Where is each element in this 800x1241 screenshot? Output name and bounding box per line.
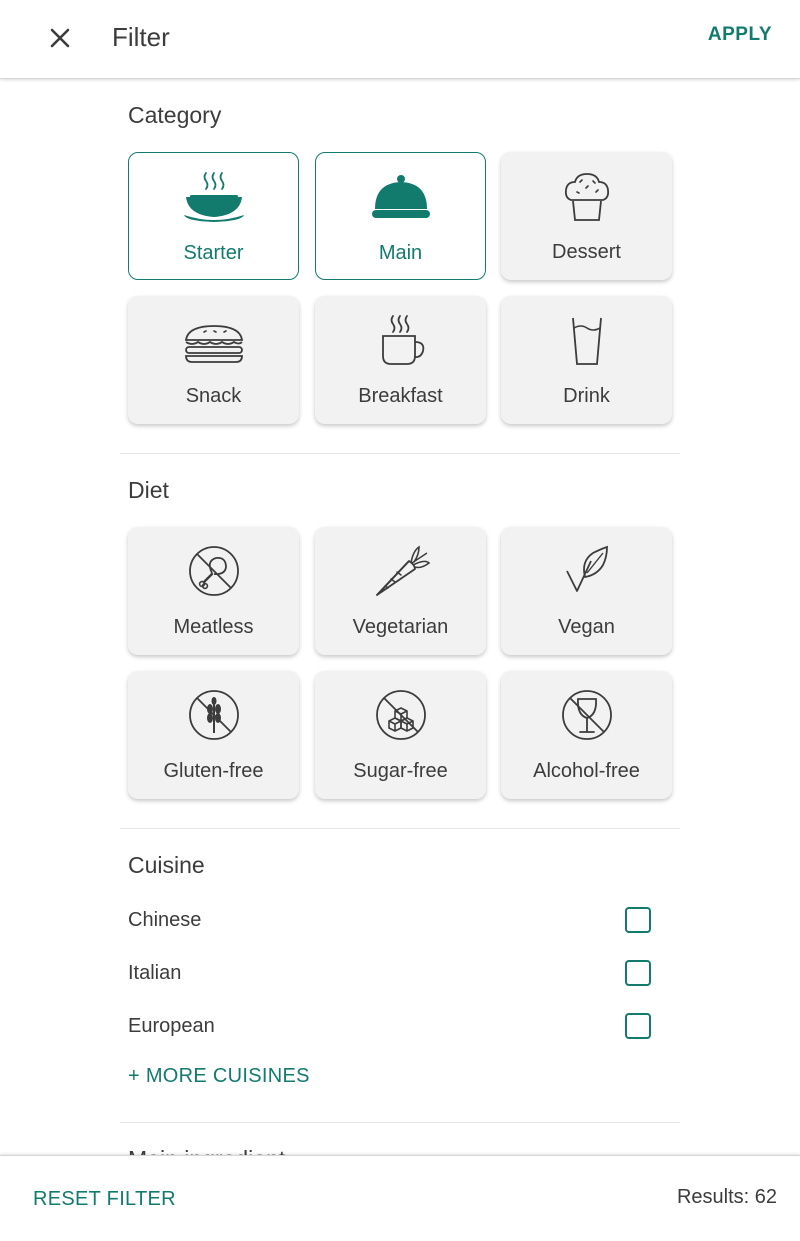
category-tile-breakfast[interactable]: Breakfast: [315, 296, 486, 424]
cuisine-option-label: Italian: [128, 962, 182, 984]
leaf-icon: [555, 543, 619, 599]
diet-tile-alcohol-free[interactable]: Alcohol-free: [501, 671, 672, 799]
diet-tile-meatless[interactable]: Meatless: [128, 527, 299, 655]
no-meat-icon: [182, 543, 246, 599]
cuisine-italian-checkbox[interactable]: [625, 960, 651, 986]
tile-label: Vegetarian: [352, 616, 449, 638]
cuisine-european-checkbox[interactable]: [625, 1013, 651, 1039]
no-sugar-icon: [369, 687, 433, 743]
category-tile-dessert[interactable]: Dessert: [501, 152, 672, 280]
cuisine-chinese-checkbox[interactable]: [625, 907, 651, 933]
tile-label: Breakfast: [358, 385, 443, 407]
tile-label: Starter: [183, 242, 244, 264]
tile-label: Alcohol-free: [533, 760, 640, 782]
carrot-icon: [369, 543, 433, 599]
tile-label: Sugar-free: [353, 760, 448, 782]
section-divider: [120, 453, 680, 454]
diet-tile-gluten-free[interactable]: Gluten-free: [128, 671, 299, 799]
diet-tile-vegan[interactable]: Vegan: [501, 527, 672, 655]
cuisine-option-label: Chinese: [128, 909, 202, 931]
diet-section-title: Diet: [128, 477, 169, 503]
main-ingredient-section-title: Main ingredient: [128, 1146, 285, 1155]
coffee-cup-icon: [369, 312, 433, 368]
close-icon: [50, 28, 70, 48]
no-wheat-icon: [182, 687, 246, 743]
category-tile-main[interactable]: Main: [315, 152, 486, 280]
tile-label: Drink: [563, 385, 610, 407]
tile-label: Meatless: [173, 616, 254, 638]
cupcake-icon: [555, 168, 619, 224]
page-title: Filter: [112, 22, 170, 52]
tile-label: Vegan: [558, 616, 615, 638]
bottom-bar: RESET FILTER Results: 62: [0, 1155, 800, 1241]
close-button[interactable]: [40, 18, 80, 58]
cloche-icon: [369, 169, 433, 225]
category-tile-snack[interactable]: Snack: [128, 296, 299, 424]
category-section-title: Category: [128, 102, 222, 128]
filter-content[interactable]: Category Starter Main Dessert Snack Brea…: [0, 80, 800, 1155]
diet-tile-sugar-free[interactable]: Sugar-free: [315, 671, 486, 799]
tile-label: Dessert: [552, 241, 621, 263]
section-divider: [120, 828, 680, 829]
cuisine-section-title: Cuisine: [128, 852, 205, 878]
category-tile-starter[interactable]: Starter: [128, 152, 299, 280]
reset-filter-button[interactable]: RESET FILTER: [33, 1188, 176, 1211]
soup-bowl-icon: [182, 169, 246, 225]
diet-tile-vegetarian[interactable]: Vegetarian: [315, 527, 486, 655]
category-tile-drink[interactable]: Drink: [501, 296, 672, 424]
tile-label: Main: [378, 242, 423, 264]
glass-icon: [555, 312, 619, 368]
tile-label: Gluten-free: [163, 760, 264, 782]
sandwich-icon: [182, 312, 246, 368]
tile-label: Snack: [185, 385, 242, 407]
apply-button[interactable]: APPLY: [708, 24, 772, 46]
more-cuisines-link[interactable]: + MORE CUISINES: [128, 1065, 310, 1088]
results-count: Results: 62: [676, 1186, 777, 1208]
section-divider: [120, 1122, 680, 1123]
no-alcohol-icon: [555, 687, 619, 743]
top-bar: Filter APPLY: [0, 0, 800, 79]
cuisine-option-label: European: [128, 1015, 215, 1037]
